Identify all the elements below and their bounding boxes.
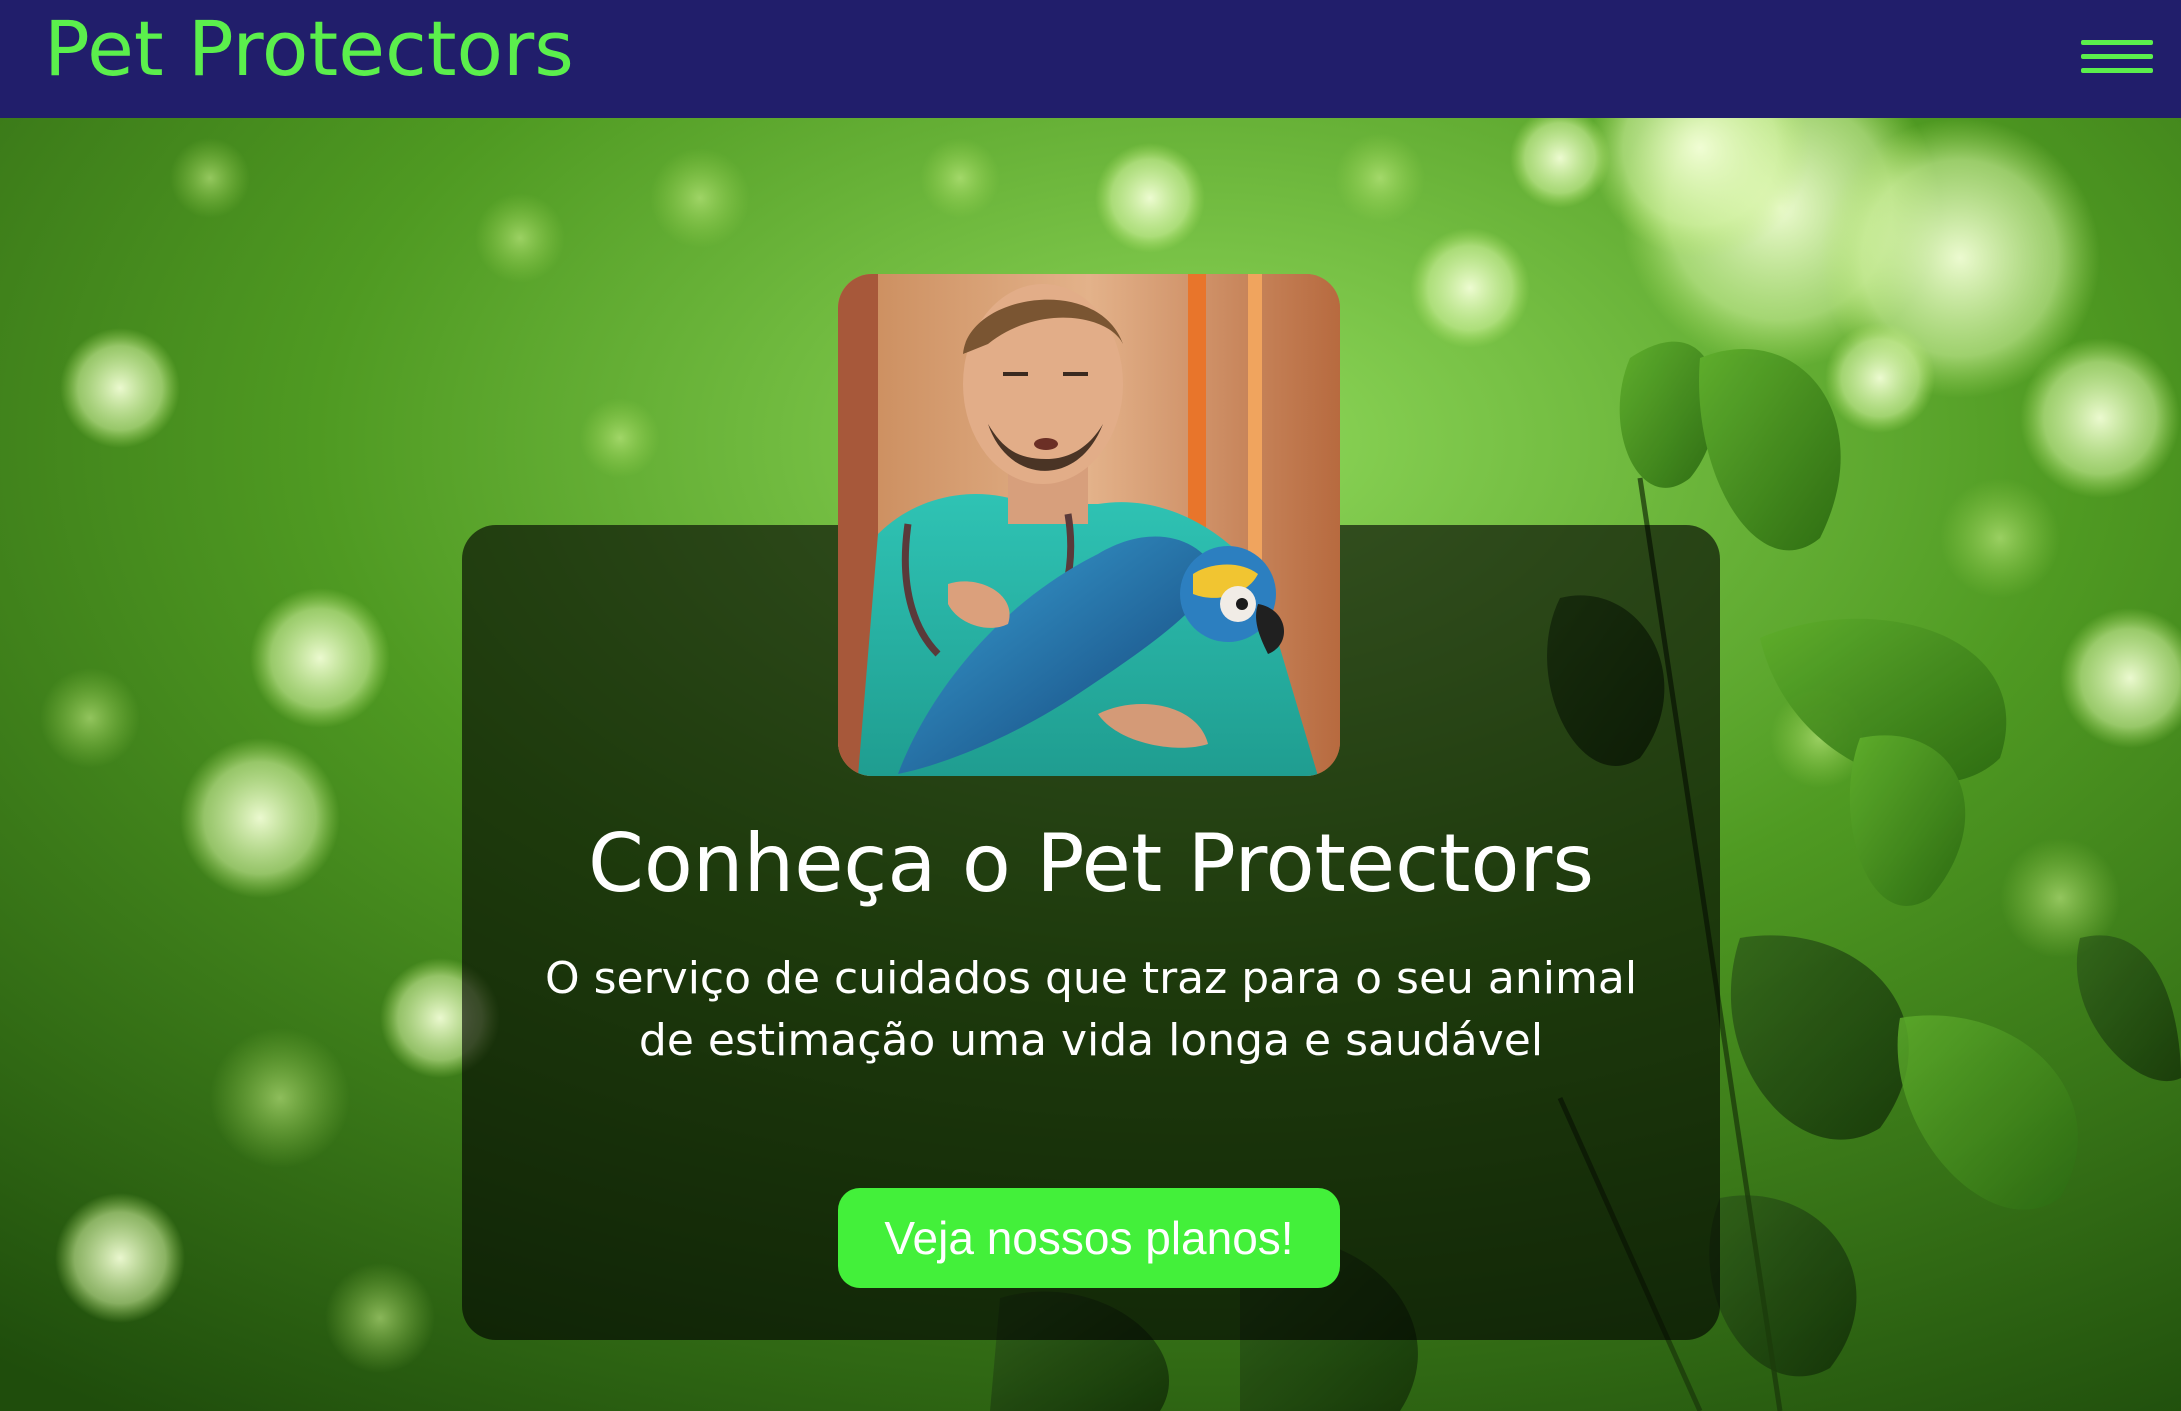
card-subtitle-line-2: de estimação uma vida longa e saudável [638,1015,1544,1066]
card-subtitle-line-1: O serviço de cuidados que traz para o se… [544,953,1638,1004]
vet-photo-illustration [838,274,1340,776]
card-subtitle: O serviço de cuidados que traz para o se… [462,948,1720,1072]
menu-line [2081,68,2153,73]
card-title: Conheça o Pet Protectors [587,817,1594,910]
hamburger-menu-icon[interactable] [2081,38,2153,80]
vet-with-macaw-photo [838,274,1340,776]
see-plans-button[interactable]: Veja nossos planos! [838,1188,1340,1288]
brand-logo[interactable]: Pet Protectors [44,4,574,94]
menu-line [2081,54,2153,59]
menu-line [2081,40,2153,45]
top-navbar: Pet Protectors [0,0,2181,118]
